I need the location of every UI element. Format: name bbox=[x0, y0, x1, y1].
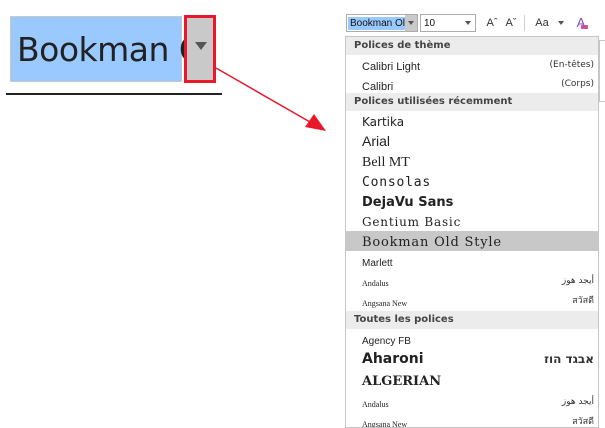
grow-font-button[interactable]: Aˆ bbox=[484, 14, 500, 32]
toolbar-separator bbox=[524, 15, 525, 31]
font-item-algerian[interactable]: ALGERIAN bbox=[346, 370, 598, 392]
font-item-sample: أيجد هوز bbox=[561, 276, 594, 286]
font-item-name: DejaVu Sans bbox=[362, 195, 454, 210]
font-item-name: Arial bbox=[362, 133, 391, 149]
font-item-name: Bell MT bbox=[362, 155, 410, 170]
font-item-bookman-old-style[interactable]: Bookman Old Style bbox=[346, 231, 598, 251]
font-item-calibri-light[interactable]: Calibri Light (En-têtes) bbox=[346, 55, 598, 75]
clear-formatting-button[interactable]: A bbox=[572, 14, 590, 32]
font-item-name: Angsana New bbox=[362, 299, 408, 308]
shrink-font-button[interactable]: Aˇ bbox=[503, 14, 519, 32]
font-item-name: Marlett bbox=[362, 258, 393, 269]
font-item-name: Bookman Old Style bbox=[362, 235, 502, 250]
font-item-sample: สวัสดี bbox=[572, 417, 594, 427]
font-name-combobox[interactable]: Bookman Ol bbox=[346, 14, 418, 32]
font-item-sample: أيجد هوز bbox=[561, 397, 594, 407]
font-item-bell-mt[interactable]: Bell MT bbox=[346, 151, 598, 171]
font-item-name: Consolas bbox=[362, 175, 432, 190]
section-header-recent-fonts: Polices utilisées récemment bbox=[346, 93, 598, 111]
font-dropdown-list: Polices de thème Calibri Light (En-têtes) C… bbox=[345, 36, 599, 428]
font-item-sample: สวัสดี bbox=[572, 296, 594, 306]
font-item-agency-fb[interactable]: Agency FB bbox=[346, 329, 598, 348]
font-item-name: Andalus bbox=[362, 279, 389, 288]
font-item-calibri[interactable]: Calibri (Corps) bbox=[346, 75, 598, 93]
font-name-dropdown-button[interactable] bbox=[405, 15, 417, 31]
font-item-name: ALGERIAN bbox=[362, 374, 442, 389]
font-item-consolas[interactable]: Consolas bbox=[346, 171, 598, 191]
font-item-name: Kartika bbox=[362, 115, 405, 129]
font-item-andalus[interactable]: Andalus أيجد هوز bbox=[346, 392, 598, 412]
font-item-name: Andalus bbox=[362, 400, 389, 409]
chevron-down-icon bbox=[465, 21, 471, 25]
font-item-marlett[interactable]: Marlett bbox=[346, 251, 598, 271]
chevron-down-icon bbox=[408, 21, 414, 25]
arrow-head bbox=[305, 114, 326, 131]
font-item-kartika[interactable]: Kartika bbox=[346, 111, 598, 131]
font-item-name: Angsana New bbox=[362, 420, 408, 428]
font-item-dejavu-sans[interactable]: DejaVu Sans bbox=[346, 191, 598, 211]
font-ribbon: Bookman Ol 10 Aˆ Aˇ Aa A bbox=[344, 10, 605, 34]
arrow-line bbox=[215, 67, 311, 123]
section-header-all-fonts: Toutes les polices bbox=[346, 311, 598, 329]
font-item-angsana-new[interactable]: Angsana New สวัสดี bbox=[346, 412, 598, 428]
change-case-dropdown[interactable] bbox=[557, 14, 565, 32]
font-item-sample: אבגד הוז bbox=[544, 352, 594, 366]
font-item-angsana-new[interactable]: Angsana New สวัสดี bbox=[346, 291, 598, 311]
font-item-name: Calibri bbox=[362, 81, 394, 93]
font-item-name: Gentium Basic bbox=[362, 215, 462, 229]
font-size-value: 10 bbox=[424, 18, 436, 29]
font-item-andalus[interactable]: Andalus أيجد هوز bbox=[346, 271, 598, 291]
eraser-icon bbox=[581, 25, 588, 29]
scrollbar[interactable] bbox=[599, 40, 605, 102]
font-item-arial[interactable]: Arial bbox=[346, 131, 598, 151]
font-item-sample: (Corps) bbox=[561, 79, 594, 89]
chevron-down-icon bbox=[558, 21, 564, 25]
font-size-dropdown-button[interactable] bbox=[463, 15, 473, 31]
font-item-name: Agency FB bbox=[362, 336, 411, 347]
change-case-button[interactable]: Aa bbox=[530, 14, 554, 32]
font-item-aharoni[interactable]: Aharoni אבגד הוז bbox=[346, 348, 598, 370]
font-item-gentium-basic[interactable]: Gentium Basic bbox=[346, 211, 598, 231]
font-item-sample: (En-têtes) bbox=[549, 60, 594, 70]
font-size-combobox[interactable]: 10 bbox=[420, 14, 476, 32]
font-name-value: Bookman Ol bbox=[348, 17, 408, 30]
font-item-name: Aharoni bbox=[362, 351, 424, 367]
section-header-theme-fonts: Polices de thème bbox=[346, 37, 598, 55]
font-item-name: Calibri Light bbox=[362, 61, 421, 73]
